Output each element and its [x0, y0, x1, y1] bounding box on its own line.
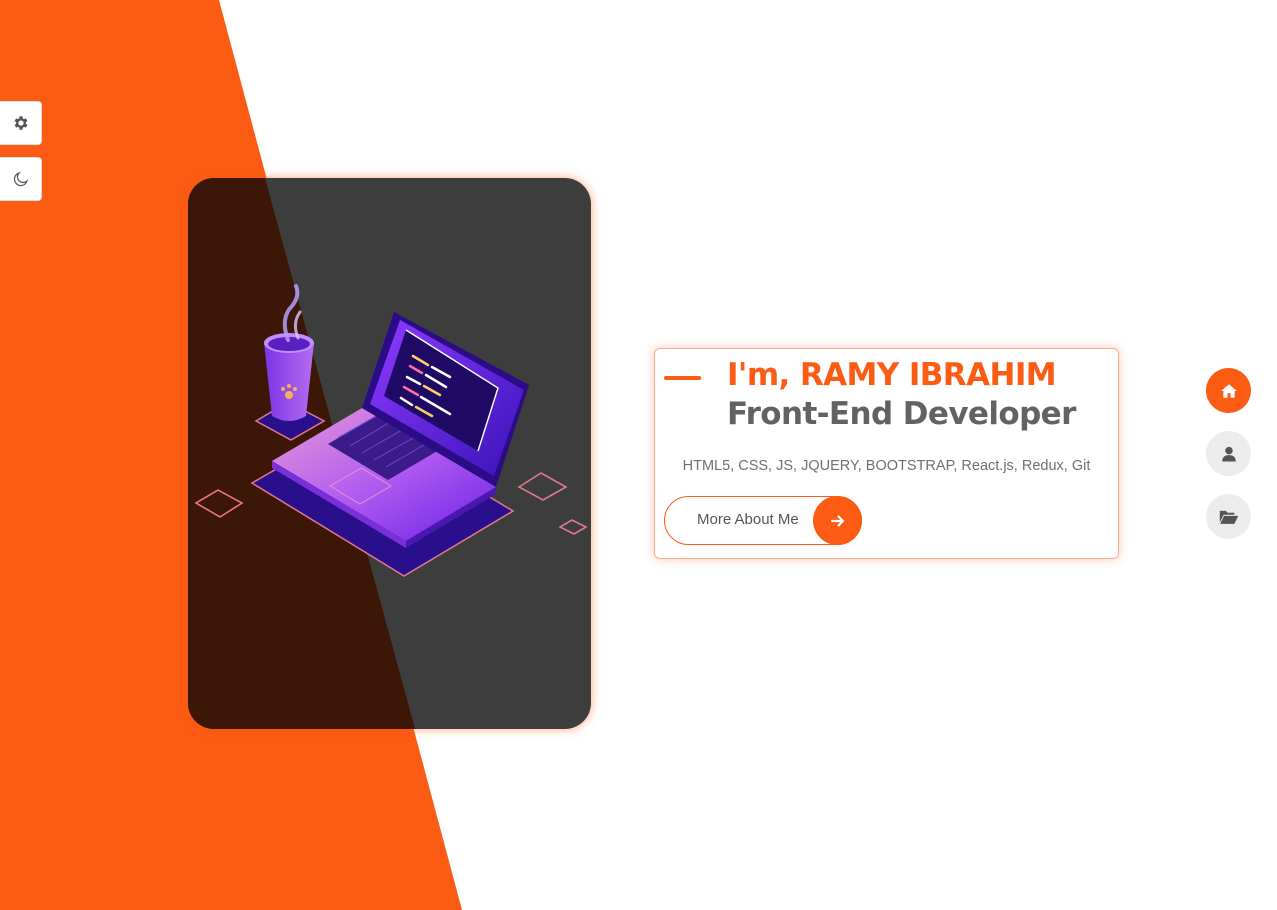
- more-about-me-button[interactable]: More About Me: [664, 496, 862, 545]
- settings-button[interactable]: [0, 101, 42, 145]
- home-page: I'm, RAMY IBRAHIM Front-End Developer HT…: [0, 0, 1277, 910]
- right-nav: [1206, 368, 1251, 557]
- arrow-right-icon: [830, 514, 844, 527]
- gear-icon: [14, 116, 27, 130]
- home-icon: [1220, 383, 1237, 398]
- more-about-me-arrow[interactable]: [813, 496, 862, 545]
- folder-open-icon: [1219, 510, 1238, 524]
- moon-icon: [13, 171, 28, 187]
- more-about-me-label: More About Me: [697, 511, 799, 528]
- nav-about-button[interactable]: [1206, 431, 1251, 476]
- user-icon: [1221, 446, 1236, 461]
- skills-text: HTML5, CSS, JS, JQUERY, BOOTSTRAP, React…: [682, 458, 1091, 474]
- accent-dash: [664, 376, 701, 380]
- hero-illustration-card: [188, 178, 591, 729]
- laptop-and-coffee-cup-illustration: [188, 178, 591, 729]
- role-heading: Front-End Developer: [727, 396, 1076, 432]
- nav-portfolio-button[interactable]: [1206, 494, 1251, 539]
- side-tools: [0, 101, 42, 213]
- nav-home-button[interactable]: [1206, 368, 1251, 413]
- dark-mode-toggle[interactable]: [0, 157, 42, 201]
- greeting-heading: I'm, RAMY IBRAHIM: [727, 357, 1057, 393]
- intro-box: I'm, RAMY IBRAHIM Front-End Developer HT…: [654, 348, 1119, 559]
